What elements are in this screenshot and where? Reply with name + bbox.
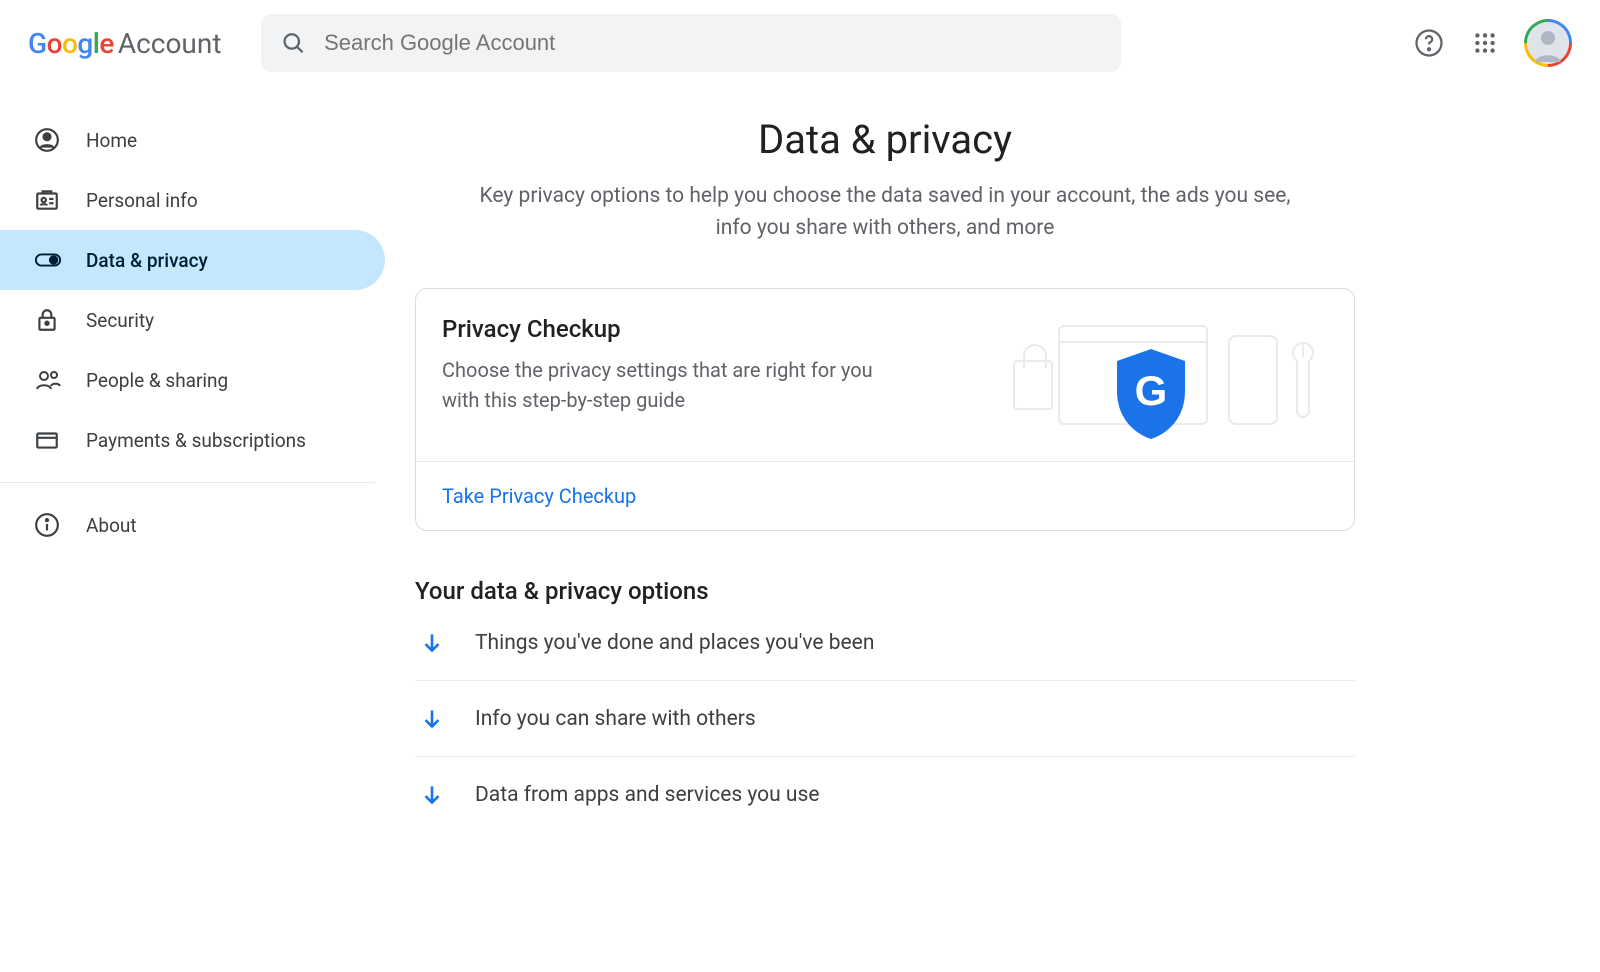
arrow-down-icon: [419, 706, 445, 732]
google-account-logo[interactable]: Google Account: [28, 27, 221, 60]
sidebar-item-label: People & sharing: [86, 369, 228, 392]
sidebar-item-data-privacy[interactable]: Data & privacy: [0, 230, 385, 290]
header: Google Account: [0, 0, 1600, 86]
sidebar-item-label: About: [86, 514, 137, 537]
people-icon: [34, 366, 62, 394]
account-text: Account: [118, 27, 222, 60]
wrench-illustration: [1283, 333, 1323, 423]
sidebar-item-people-sharing[interactable]: People & sharing: [0, 350, 385, 410]
header-actions: [1412, 19, 1572, 67]
option-label: Info you can share with others: [475, 707, 756, 731]
search-input[interactable]: [324, 30, 1101, 56]
option-label: Things you've done and places you've bee…: [475, 631, 874, 655]
privacy-graphic: G: [998, 315, 1328, 435]
sidebar-item-label: Personal info: [86, 189, 198, 212]
id-card-icon: [34, 186, 62, 214]
sidebar-item-about[interactable]: About: [0, 495, 385, 555]
card-icon: [34, 426, 62, 454]
search-icon: [281, 30, 306, 56]
home-icon: [34, 126, 62, 154]
sidebar-divider: [0, 482, 375, 483]
option-label: Data from apps and services you use: [475, 783, 819, 807]
apps-button[interactable]: [1468, 26, 1502, 60]
help-icon: [1414, 28, 1444, 58]
info-icon: [34, 511, 62, 539]
google-logo-text: Google: [28, 27, 114, 60]
card-description: Choose the privacy settings that are rig…: [442, 355, 882, 415]
option-info-share[interactable]: Info you can share with others: [415, 681, 1355, 757]
options-section-title: Your data & privacy options: [415, 577, 1355, 605]
shield-icon: G: [1111, 347, 1191, 441]
page-title: Data & privacy: [415, 116, 1355, 163]
toggle-icon: [34, 246, 62, 274]
arrow-down-icon: [419, 630, 445, 656]
avatar-image: [1527, 22, 1569, 64]
phone-illustration: [1228, 335, 1278, 425]
sidebar-item-label: Security: [86, 309, 154, 332]
arrow-down-icon: [419, 782, 445, 808]
sidebar-item-label: Home: [86, 129, 137, 152]
take-privacy-checkup-link[interactable]: Take Privacy Checkup: [442, 484, 636, 508]
sidebar-item-home[interactable]: Home: [0, 110, 385, 170]
option-things-done[interactable]: Things you've done and places you've bee…: [415, 605, 1355, 681]
card-title: Privacy Checkup: [442, 315, 998, 343]
lock-icon: [34, 306, 62, 334]
main-content: Data & privacy Key privacy options to he…: [375, 86, 1395, 853]
account-avatar[interactable]: [1524, 19, 1572, 67]
help-button[interactable]: [1412, 26, 1446, 60]
sidebar-item-security[interactable]: Security: [0, 290, 385, 350]
page-subtitle: Key privacy options to help you choose t…: [475, 181, 1295, 244]
search-bar[interactable]: [261, 14, 1121, 72]
svg-text:G: G: [1135, 367, 1168, 414]
sidebar: Home Personal info Data & privacy Securi…: [0, 86, 375, 853]
apps-grid-icon: [1472, 30, 1498, 56]
sidebar-item-personal-info[interactable]: Personal info: [0, 170, 385, 230]
sidebar-item-label: Data & privacy: [86, 249, 208, 272]
sidebar-item-payments[interactable]: Payments & subscriptions: [0, 410, 385, 470]
sidebar-item-label: Payments & subscriptions: [86, 429, 306, 452]
option-apps-data[interactable]: Data from apps and services you use: [415, 757, 1355, 833]
lock-illustration: [1013, 360, 1053, 410]
privacy-checkup-card: Privacy Checkup Choose the privacy setti…: [415, 288, 1355, 531]
